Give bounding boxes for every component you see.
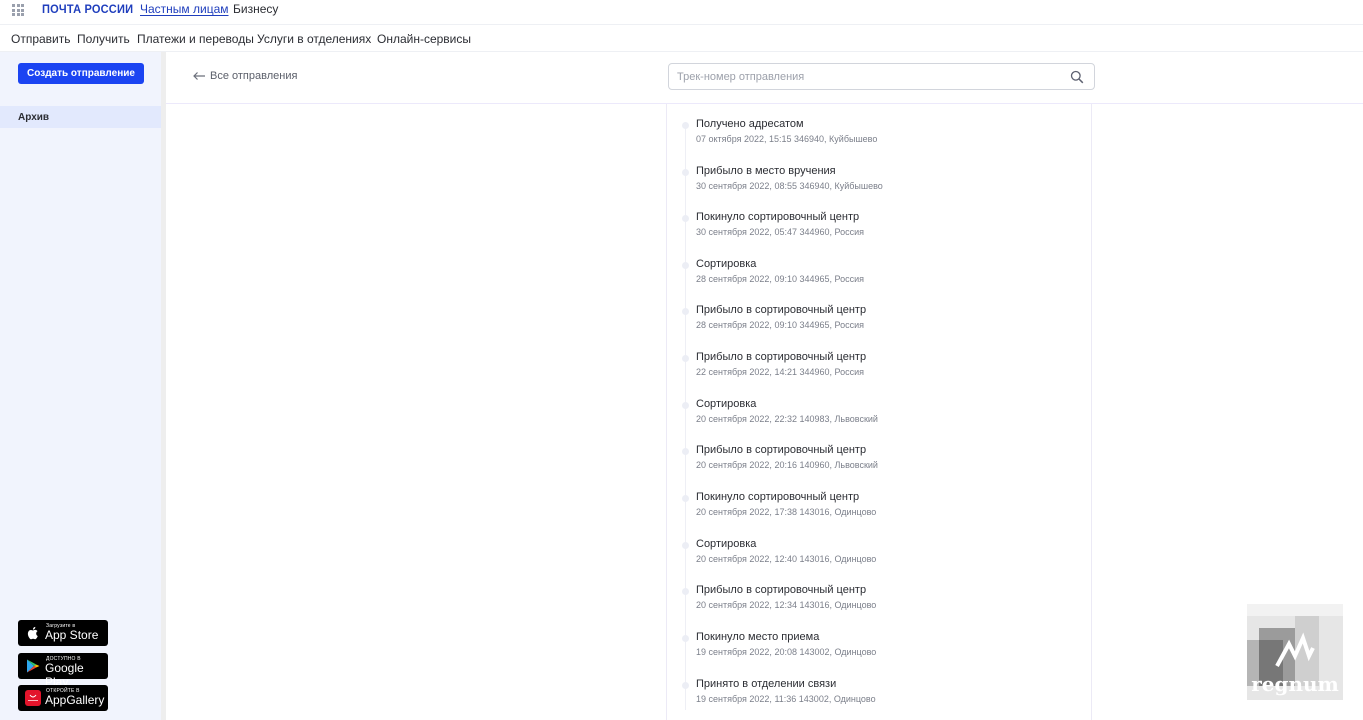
event-status: Прибыло в сортировочный центр bbox=[696, 444, 867, 456]
event-status: Получено адресатом bbox=[696, 118, 804, 130]
event-status: Прибыло в сортировочный центр bbox=[696, 304, 867, 316]
tracking-event: Покинуло сортировочный центр 20 сентября … bbox=[667, 491, 1087, 531]
create-shipment-button[interactable]: Создать отправление bbox=[18, 63, 144, 84]
event-status: Сортировка bbox=[696, 538, 757, 550]
event-details: 19 сентября 2022, 20:08 143002, Одинцово bbox=[696, 647, 877, 657]
event-details: 28 сентября 2022, 09:10 344965, Россия bbox=[696, 274, 865, 284]
event-status: Прибыло в сортировочный центр bbox=[696, 584, 867, 596]
tracking-event: Покинуло место приема 19 сентября 2022, 2… bbox=[667, 631, 1087, 671]
top-bar: ПОЧТА РОССИИ Частным лицам Бизнесу bbox=[0, 0, 1363, 25]
timeline-dot bbox=[682, 542, 689, 549]
event-details: 28 сентября 2022, 09:10 344965, Россия bbox=[696, 320, 865, 330]
nav-office-services[interactable]: Услуги в отделениях bbox=[257, 32, 371, 46]
appgallery-label: AppGallery bbox=[45, 693, 105, 707]
tracking-event: Сортировка 20 сентября 2022, 12:40 143016… bbox=[667, 538, 1087, 578]
nav-payments[interactable]: Платежи и переводы bbox=[137, 32, 254, 46]
timeline-dot bbox=[682, 635, 689, 642]
huawei-appgallery-icon bbox=[25, 690, 41, 706]
event-details: 22 сентября 2022, 14:21 344960, Россия bbox=[696, 367, 865, 377]
main-header: Все отправления bbox=[166, 52, 1363, 104]
event-status: Прибыло в место вручения bbox=[696, 165, 836, 177]
apps-grid-icon[interactable] bbox=[12, 4, 24, 16]
tracking-event: Покинуло сортировочный центр 30 сентября … bbox=[667, 211, 1087, 251]
watermark-text: regnum bbox=[1251, 672, 1339, 696]
event-details: 30 сентября 2022, 08:55 346940, Куйбышев… bbox=[696, 181, 883, 191]
timeline-dot bbox=[682, 262, 689, 269]
event-status: Сортировка bbox=[696, 398, 757, 410]
event-status: Покинуло место приема bbox=[696, 631, 820, 643]
event-status: Принято в отделении связи bbox=[696, 678, 837, 690]
tracking-event: Прибыло в сортировочный центр 22 сентября… bbox=[667, 351, 1087, 391]
tracking-event: Получено адресатом 07 октября 2022, 15:15… bbox=[667, 118, 1087, 158]
tracking-event: Сортировка 28 сентября 2022, 09:10 344965… bbox=[667, 258, 1087, 298]
event-details: 30 сентября 2022, 05:47 344960, Россия bbox=[696, 227, 865, 237]
regnum-watermark: regnum bbox=[1247, 604, 1343, 700]
search-icon[interactable] bbox=[1070, 70, 1084, 84]
appgallery-badge[interactable]: ОТКРОЙТЕ В AppGallery bbox=[18, 685, 108, 711]
app-store-label: App Store bbox=[45, 628, 99, 642]
tracking-event: Принято в отделении связи 19 сентября 202… bbox=[667, 678, 1087, 718]
tracking-event: Прибыло в сортировочный центр 20 сентября… bbox=[667, 584, 1087, 624]
timeline-dot bbox=[682, 215, 689, 222]
tracking-history: Получено адресатом 07 октября 2022, 15:15… bbox=[666, 104, 1092, 720]
timeline-dot bbox=[682, 122, 689, 129]
timeline-dot bbox=[682, 682, 689, 689]
event-details: 20 сентября 2022, 17:38 143016, Одинцово bbox=[696, 507, 877, 517]
timeline-dot bbox=[682, 402, 689, 409]
track-number-input[interactable] bbox=[677, 69, 1057, 85]
all-shipments-link[interactable]: Все отправления bbox=[192, 70, 297, 82]
sidebar: Создать отправление Архив Загрузите в Ap… bbox=[0, 52, 161, 720]
tracking-event: Сортировка 20 сентября 2022, 22:32 140983… bbox=[667, 398, 1087, 438]
google-play-badge[interactable]: ДОСТУПНО В Google Play bbox=[18, 653, 108, 689]
event-status: Покинуло сортировочный центр bbox=[696, 211, 860, 223]
tab-business[interactable]: Бизнесу bbox=[233, 2, 278, 16]
tracking-event: Прибыло в сортировочный центр 20 сентября… bbox=[667, 444, 1087, 484]
timeline-dot bbox=[682, 355, 689, 362]
event-status: Прибыло в сортировочный центр bbox=[696, 351, 867, 363]
event-details: 07 октября 2022, 15:15 346940, Куйбышево bbox=[696, 134, 878, 144]
event-details: 20 сентября 2022, 22:32 140983, Львовски… bbox=[696, 414, 878, 424]
timeline-dot bbox=[682, 588, 689, 595]
timeline-dot bbox=[682, 448, 689, 455]
event-details: 20 сентября 2022, 12:34 143016, Одинцово bbox=[696, 600, 877, 610]
app-store-badge[interactable]: Загрузите в App Store bbox=[18, 620, 108, 646]
timeline-dot bbox=[682, 308, 689, 315]
track-search bbox=[668, 63, 1095, 90]
sidebar-item-archive[interactable]: Архив bbox=[0, 106, 161, 128]
event-details: 20 сентября 2022, 20:16 140960, Львовски… bbox=[696, 460, 878, 470]
event-status: Сортировка bbox=[696, 258, 757, 270]
nav-receive[interactable]: Получить bbox=[77, 32, 130, 46]
timeline-dot bbox=[682, 169, 689, 176]
timeline-dot bbox=[682, 495, 689, 502]
all-shipments-label: Все отправления bbox=[210, 70, 298, 82]
event-details: 19 сентября 2022, 11:36 143002, Одинцово bbox=[696, 694, 876, 704]
nav-online-services[interactable]: Онлайн-сервисы bbox=[377, 32, 471, 46]
google-play-icon bbox=[27, 659, 40, 673]
event-status: Покинуло сортировочный центр bbox=[696, 491, 860, 503]
tracking-event: Прибыло в сортировочный центр 28 сентября… bbox=[667, 304, 1087, 344]
brand-logo[interactable]: ПОЧТА РОССИИ bbox=[42, 2, 133, 16]
sidebar-scrollbar[interactable] bbox=[161, 52, 166, 720]
arrow-left-icon bbox=[193, 72, 205, 80]
tracking-event: Прибыло в место вручения 30 сентября 2022… bbox=[667, 165, 1087, 205]
nav-send[interactable]: Отправить bbox=[11, 32, 71, 46]
event-details: 20 сентября 2022, 12:40 143016, Одинцово bbox=[696, 554, 877, 564]
main-nav: Отправить Получить Платежи и переводы Ус… bbox=[0, 25, 1363, 52]
tab-private-persons[interactable]: Частным лицам bbox=[140, 2, 229, 16]
apple-icon bbox=[27, 626, 38, 640]
